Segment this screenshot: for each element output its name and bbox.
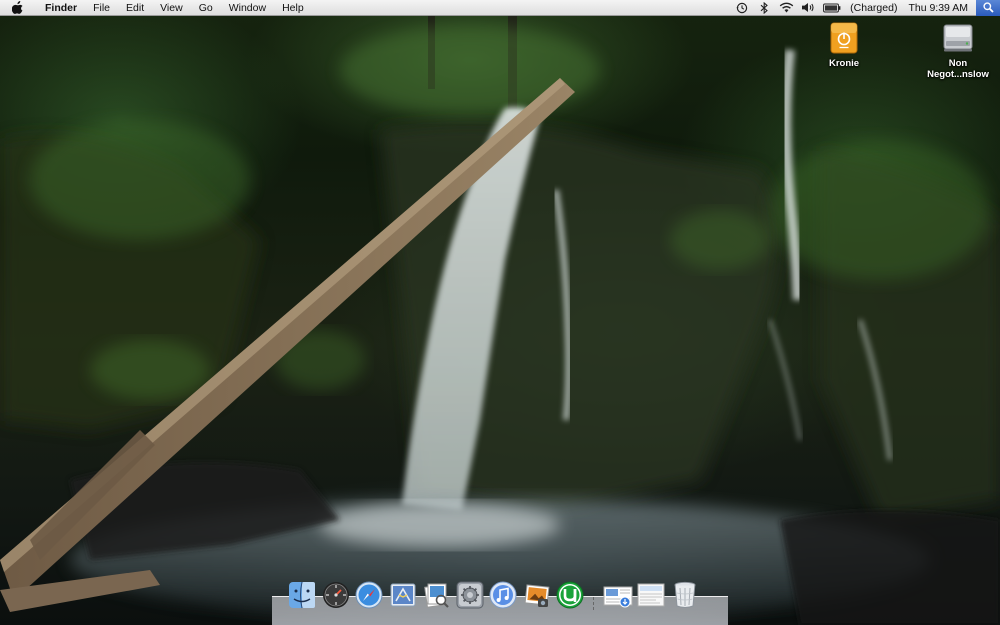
menu-finder[interactable]: Finder bbox=[37, 0, 85, 16]
menu-bar-left: Finder File Edit View Go Window Help bbox=[0, 0, 312, 15]
dock-items bbox=[287, 580, 703, 610]
utorrent-icon[interactable] bbox=[555, 580, 585, 610]
iphoto-icon[interactable] bbox=[522, 580, 552, 610]
preview-icon[interactable] bbox=[421, 580, 451, 610]
internal-drive-icon bbox=[941, 22, 975, 54]
apple-icon[interactable] bbox=[11, 1, 25, 15]
waterfall-scene bbox=[0, 14, 1000, 625]
desktop-icon-label: Kronie bbox=[828, 58, 860, 69]
downloads-stack-icon[interactable] bbox=[603, 580, 633, 610]
dock-separator bbox=[592, 584, 595, 610]
time-machine-icon[interactable] bbox=[734, 1, 750, 15]
dashboard-icon[interactable] bbox=[321, 580, 351, 610]
menu-bar: Finder File Edit View Go Window Help (Ch… bbox=[0, 0, 1000, 16]
trash-icon[interactable] bbox=[670, 580, 700, 610]
spotlight-icon[interactable] bbox=[976, 0, 1000, 16]
battery-status-text[interactable]: (Charged) bbox=[845, 0, 902, 16]
desktop-icon-non-negot[interactable]: Non Negot...nslow bbox=[918, 22, 998, 80]
menu-clock[interactable]: Thu 9:39 AM bbox=[902, 0, 976, 16]
desktop-icon-kronie[interactable]: Kronie bbox=[804, 22, 884, 69]
desktop-icon-label-line2: Negot...nslow bbox=[927, 69, 989, 80]
desktop-wallpaper bbox=[0, 0, 1000, 625]
menu-bar-right: (Charged) Thu 9:39 AM bbox=[731, 0, 1000, 16]
battery-icon[interactable] bbox=[822, 1, 842, 15]
bluetooth-icon[interactable] bbox=[756, 1, 772, 15]
menu-view[interactable]: View bbox=[152, 0, 191, 16]
menu-help[interactable]: Help bbox=[274, 0, 312, 16]
external-drive-icon bbox=[827, 22, 861, 54]
wifi-icon[interactable] bbox=[778, 1, 794, 15]
desktop-icon-label-line1: Non bbox=[948, 58, 968, 69]
menu-window[interactable]: Window bbox=[221, 0, 274, 16]
volume-icon[interactable] bbox=[800, 1, 816, 15]
menu-file[interactable]: File bbox=[85, 0, 118, 16]
safari-icon[interactable] bbox=[354, 580, 384, 610]
documents-stack-icon[interactable] bbox=[636, 580, 666, 610]
menu-go[interactable]: Go bbox=[191, 0, 221, 16]
itunes-icon[interactable] bbox=[488, 580, 518, 610]
system-preferences-icon[interactable] bbox=[455, 580, 485, 610]
finder-icon[interactable] bbox=[287, 580, 317, 610]
mail-icon[interactable] bbox=[388, 580, 418, 610]
menu-edit[interactable]: Edit bbox=[118, 0, 152, 16]
